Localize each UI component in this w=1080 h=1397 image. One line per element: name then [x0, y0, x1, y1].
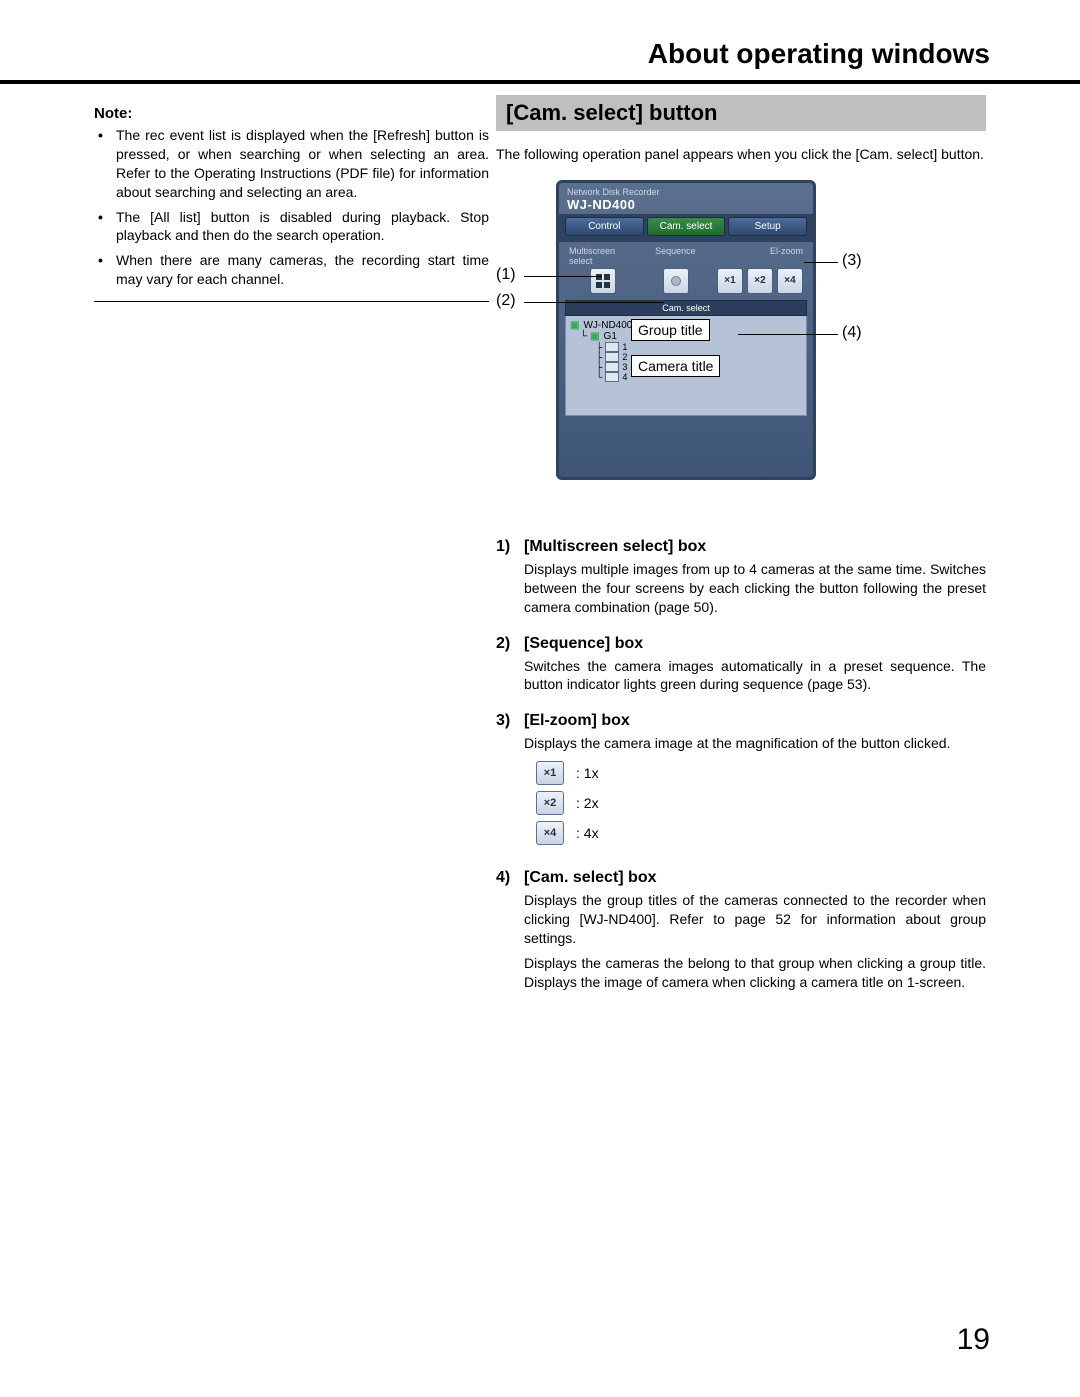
- callout-3: (3): [816, 252, 866, 270]
- zoom-x4-label: : 4x: [576, 825, 599, 841]
- zoom-x2-icon: ×2: [536, 791, 564, 815]
- note-divider: [94, 301, 489, 302]
- def-body: Displays multiple images from up to 4 ca…: [524, 560, 986, 617]
- page-title: About operating windows: [648, 38, 990, 70]
- panel-row-buttons: ×1 ×2 ×4: [559, 268, 813, 300]
- panel-row-labels: Multiscreen select Sequence El-zoom: [559, 242, 813, 268]
- zoom-x2-button[interactable]: ×2: [747, 268, 773, 294]
- def-body: Displays the group titles of the cameras…: [524, 891, 986, 948]
- camera-icon: [605, 352, 619, 362]
- camera-icon: [605, 362, 619, 372]
- note-heading: Note:: [94, 105, 489, 122]
- intro-paragraph: The following operation panel appears wh…: [496, 145, 986, 164]
- left-column: Note: The rec event list is displayed wh…: [94, 105, 489, 302]
- zoom-x1-label: : 1x: [576, 765, 599, 781]
- label-elzoom: El-zoom: [711, 246, 803, 266]
- zoom-x2-label: : 2x: [576, 795, 599, 811]
- callout-2-label: (2): [496, 292, 516, 309]
- right-column: [Cam. select] button The following opera…: [496, 95, 986, 992]
- camera-icon: [605, 372, 619, 382]
- page-number: 19: [957, 1323, 990, 1357]
- note-item: When there are many cameras, the recordi…: [112, 251, 489, 289]
- tree-camera-label: 1: [622, 342, 627, 352]
- sequence-button[interactable]: [663, 268, 689, 294]
- callout-4: (4): [816, 324, 866, 342]
- tab-cam-select[interactable]: Cam. select: [647, 217, 726, 236]
- label-multiscreen: Multiscreen select: [569, 246, 640, 266]
- def-multiscreen: 1) [Multiscreen select] box Displays mul…: [496, 538, 986, 617]
- multiscreen-button[interactable]: [590, 268, 616, 294]
- zoom-x4-button[interactable]: ×4: [777, 268, 803, 294]
- zoom-x1-button[interactable]: ×1: [717, 268, 743, 294]
- def-body: Displays the camera image at the magnifi…: [524, 734, 986, 753]
- note-item: The [All list] button is disabled during…: [112, 208, 489, 246]
- def-camselect: 4) [Cam. select] box Displays the group …: [496, 869, 986, 991]
- def-sequence: 2) [Sequence] box Switches the camera im…: [496, 635, 986, 695]
- panel-model: WJ-ND400: [567, 197, 805, 212]
- label-sequence: Sequence: [640, 246, 711, 266]
- note-item: The rec event list is displayed when the…: [112, 126, 489, 202]
- callout-4-label: (4): [842, 324, 862, 341]
- tree-camera-label: 3: [622, 362, 627, 372]
- zoom-legend-row: ×2 : 2x: [524, 791, 986, 815]
- def-title: [Cam. select] box: [524, 869, 986, 887]
- zoom-legend-row: ×4 : 4x: [524, 821, 986, 845]
- anno-group-title: Group title: [631, 319, 710, 341]
- panel-subtitle: Network Disk Recorder: [567, 187, 805, 197]
- def-num: 4): [496, 869, 514, 991]
- callout-3-label: (3): [842, 252, 862, 269]
- def-title: [Sequence] box: [524, 635, 986, 653]
- section-heading: [Cam. select] button: [496, 95, 986, 131]
- def-title: [El-zoom] box: [524, 712, 986, 730]
- title-rule: [0, 80, 1080, 84]
- zoom-x1-icon: ×1: [536, 761, 564, 785]
- zoom-x4-icon: ×4: [536, 821, 564, 845]
- tree-camera-label: 4: [622, 372, 627, 382]
- def-title: [Multiscreen select] box: [524, 538, 986, 556]
- callout-1: (1): [496, 266, 516, 284]
- def-body: Switches the camera images automatically…: [524, 657, 986, 695]
- def-num: 3): [496, 712, 514, 851]
- tab-control[interactable]: Control: [565, 217, 644, 236]
- tab-setup[interactable]: Setup: [728, 217, 807, 236]
- zoom-legend: ×1 : 1x ×2 : 2x ×4 : 4x: [524, 761, 986, 845]
- callout-2: (2): [496, 292, 516, 310]
- tree-group-label: G1: [604, 331, 617, 342]
- def-num: 1): [496, 538, 514, 617]
- camera-icon: [605, 342, 619, 352]
- figure: Network Disk Recorder WJ-ND400 Control C…: [496, 180, 986, 520]
- note-list: The rec event list is displayed when the…: [94, 126, 489, 289]
- tree-root-label: WJ-ND400: [583, 320, 632, 331]
- callout-1-label: (1): [496, 266, 516, 283]
- zoom-legend-row: ×1 : 1x: [524, 761, 986, 785]
- tree-camera-label: 2: [622, 352, 627, 362]
- panel-tabs: Control Cam. select Setup: [559, 214, 813, 242]
- panel-header: Network Disk Recorder WJ-ND400: [559, 183, 813, 214]
- def-body: Displays the cameras the belong to that …: [524, 954, 986, 992]
- def-elzoom: 3) [El-zoom] box Displays the camera ima…: [496, 712, 986, 851]
- anno-camera-title: Camera title: [631, 355, 720, 377]
- def-num: 2): [496, 635, 514, 695]
- tree-camera[interactable]: ├1: [596, 342, 802, 352]
